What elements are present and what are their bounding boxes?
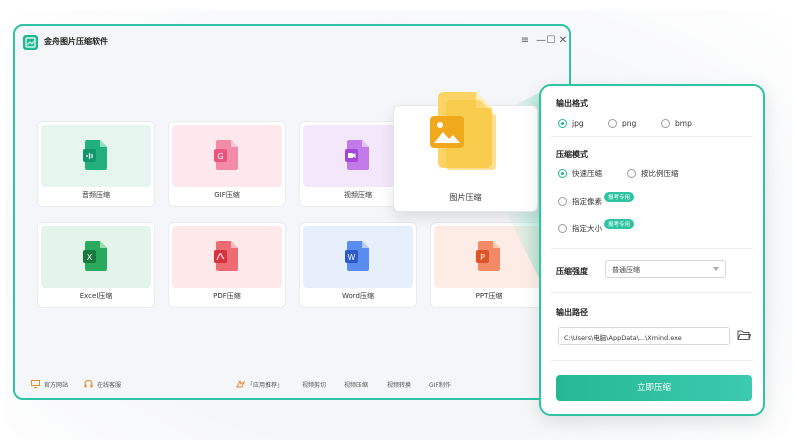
divider <box>551 292 753 293</box>
radio-label: bmp <box>675 119 692 128</box>
menu-icon[interactable]: ≡ <box>517 33 533 49</box>
app-title: 金舟图片压缩软件 <box>44 37 108 46</box>
radio-icon <box>558 119 567 128</box>
audio-file-icon <box>83 140 107 170</box>
output-format-title: 输出格式 <box>556 99 588 108</box>
tool-card-image[interactable]: 图片压缩 <box>393 92 538 212</box>
output-path-title: 输出路径 <box>556 308 588 317</box>
title-bar: 金舟图片压缩软件 ≡ — ☐ ✕ <box>15 26 569 56</box>
radio-icon <box>558 197 567 206</box>
footer-link-gif-make[interactable]: GIF制作 <box>429 380 451 389</box>
divider <box>551 136 753 137</box>
radio-label: png <box>622 119 637 128</box>
mode-option-fast[interactable]: 快速压缩 <box>558 168 602 179</box>
gif-file-icon: G <box>214 140 238 170</box>
recommend-icon <box>236 380 245 388</box>
output-path-input[interactable]: C:\Users\电脑\AppData\...\Xmind.exe <box>558 327 730 345</box>
tool-label: PDF压缩 <box>213 292 241 300</box>
divider <box>551 360 753 361</box>
mode-option-pixel[interactable]: 指定像素 报考专用 <box>558 191 635 207</box>
tool-label: Excel压缩 <box>79 292 113 300</box>
pdf-file-icon <box>214 241 238 271</box>
tool-card-pdf[interactable]: PDF压缩 <box>168 222 286 308</box>
tool-label: 图片压缩 <box>449 193 482 202</box>
svg-text:W: W <box>348 253 356 262</box>
divider <box>551 248 753 249</box>
tool-label: 音频压缩 <box>82 191 110 199</box>
official-website-link[interactable]: 官方网站 <box>44 380 68 389</box>
radio-icon <box>608 119 617 128</box>
strength-select[interactable]: 普通压缩 <box>605 260 726 278</box>
tool-card-excel[interactable]: X Excel压缩 <box>37 222 155 308</box>
mode-option-size[interactable]: 指定大小 报考专用 <box>558 218 635 234</box>
ppt-file-icon: P <box>476 241 500 271</box>
footer-link-video-compress[interactable]: 视频压缩 <box>344 380 368 389</box>
radio-label: jpg <box>572 119 584 128</box>
radio-label: 快速压缩 <box>572 169 602 178</box>
format-option-bmp[interactable]: bmp <box>661 119 692 128</box>
settings-panel: 输出格式 jpg png bmp 压缩模式 快速压缩 按比例压缩 指定像素 报考专… <box>539 84 765 416</box>
footer-bar: 官方网站 在线客服 「应用推荐」 视频剪切 视频压缩 视频转换 GIF制作 <box>15 370 569 398</box>
folder-icon[interactable] <box>737 329 751 341</box>
radio-icon <box>661 119 670 128</box>
radio-label: 按比例压缩 <box>641 169 679 178</box>
tool-card-gif[interactable]: G GIF压缩 <box>168 121 286 207</box>
radio-label: 指定大小 <box>572 224 602 233</box>
monitor-icon <box>31 380 40 388</box>
mode-option-ratio[interactable]: 按比例压缩 <box>627 168 679 179</box>
tool-label: GIF压缩 <box>214 191 240 199</box>
app-logo-icon <box>23 35 38 50</box>
tool-card-audio[interactable]: 音频压缩 <box>37 121 155 207</box>
online-service-link[interactable]: 在线客服 <box>97 380 121 389</box>
tool-label: PPT压缩 <box>475 292 503 300</box>
svg-text:X: X <box>87 253 93 262</box>
footer-link-video-convert[interactable]: 视频转换 <box>387 380 411 389</box>
close-icon[interactable]: ✕ <box>555 33 569 49</box>
format-option-png[interactable]: png <box>608 119 636 128</box>
exam-badge: 报考专用 <box>604 191 635 202</box>
format-option-jpg[interactable]: jpg <box>558 119 584 128</box>
app-window: 金舟图片压缩软件 ≡ — ☐ ✕ 音频压缩 G GIF压缩 视频压缩 X Exc… <box>13 24 571 400</box>
compress-strength-title: 压缩强度 <box>556 267 588 276</box>
compress-mode-title: 压缩模式 <box>556 150 588 159</box>
word-file-icon: W <box>345 241 369 271</box>
select-value: 普通压缩 <box>612 266 640 274</box>
exam-badge: 报考专用 <box>604 218 635 229</box>
tool-label: Word压缩 <box>342 292 374 300</box>
chevron-down-icon <box>713 267 719 271</box>
radio-icon <box>558 224 567 233</box>
svg-text:G: G <box>217 152 223 161</box>
image-file-icon <box>430 92 496 170</box>
recommend-label: 「应用推荐」 <box>247 382 284 389</box>
radio-label: 指定像素 <box>572 197 602 206</box>
excel-file-icon: X <box>83 241 107 271</box>
compress-now-button[interactable]: 立即压缩 <box>556 375 752 401</box>
radio-icon <box>558 169 567 178</box>
tool-card-word[interactable]: W Word压缩 <box>299 222 417 308</box>
radio-icon <box>627 169 636 178</box>
svg-text:P: P <box>480 253 485 262</box>
footer-link-video-cut[interactable]: 视频剪切 <box>302 380 326 389</box>
video-file-icon <box>345 140 369 170</box>
headset-icon <box>84 380 93 388</box>
